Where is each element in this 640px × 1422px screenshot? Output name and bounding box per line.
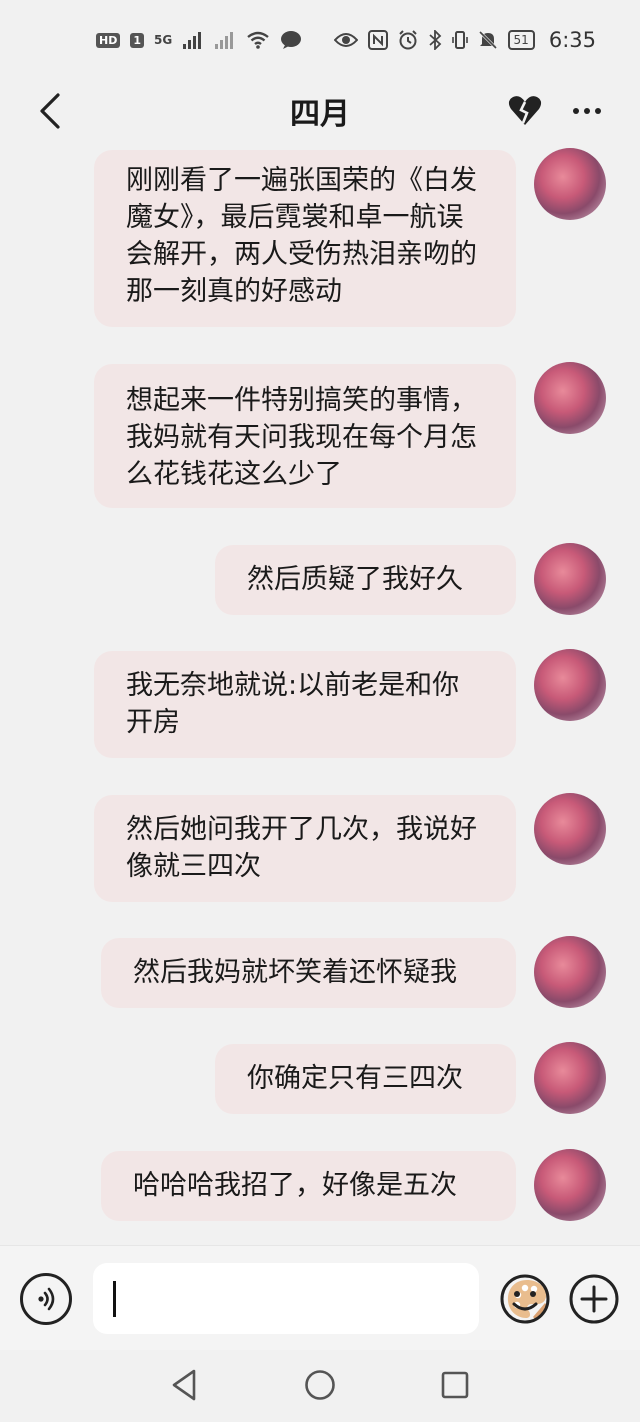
voice-icon [38, 1287, 55, 1311]
avatar[interactable] [534, 1042, 606, 1114]
message-text: 我无奈地就说:以前老是和你开房 [126, 670, 460, 738]
message-bubble[interactable]: 你确定只有三四次 [215, 1044, 516, 1114]
message-text: 想起来一件特别搞笑的事情，我妈就有天问我现在每个月怎么花钱花这么少了 [126, 385, 477, 490]
emoji-icon[interactable] [499, 1273, 551, 1325]
message-text: 然后质疑了我好久 [247, 564, 463, 595]
message-bubble[interactable]: 然后质疑了我好久 [215, 545, 516, 615]
avatar[interactable] [534, 649, 606, 721]
message-text: 刚刚看了一遍张国荣的《白发魔女》，最后霓裳和卓一航误会解开，两人受伤热泪亲吻的那… [126, 165, 477, 307]
message-text: 然后她问我开了几次，我说好像就三四次 [126, 814, 477, 882]
nav-recents-icon[interactable] [440, 1368, 470, 1402]
message-input[interactable] [93, 1263, 548, 1334]
avatar[interactable] [534, 543, 606, 615]
input-bar [0, 1245, 640, 1350]
message-bubble[interactable]: 然后我妈就坏笑着还怀疑我 [101, 938, 516, 1008]
avatar[interactable] [534, 362, 606, 434]
message-bubble[interactable]: 想起来一件特别搞笑的事情，我妈就有天问我现在每个月怎么花钱花这么少了 [94, 364, 516, 508]
message-bubble[interactable]: 刚刚看了一遍张国荣的《白发魔女》，最后霓裳和卓一航误会解开，两人受伤热泪亲吻的那… [94, 150, 516, 327]
message-list[interactable]: 刚刚看了一遍张国荣的《白发魔女》，最后霓裳和卓一航误会解开，两人受伤热泪亲吻的那… [0, 0, 640, 1245]
message-bubble[interactable]: 哈哈哈我招了，好像是五次 [101, 1151, 516, 1221]
message-text: 然后我妈就坏笑着还怀疑我 [133, 957, 457, 988]
plus-icon[interactable] [568, 1273, 620, 1325]
avatar[interactable] [534, 1149, 606, 1221]
system-nav-bar [0, 1350, 640, 1422]
avatar[interactable] [534, 936, 606, 1008]
message-text: 你确定只有三四次 [247, 1063, 463, 1094]
text-cursor [113, 1281, 116, 1317]
voice-button[interactable] [20, 1273, 72, 1325]
message-bubble[interactable]: 然后她问我开了几次，我说好像就三四次 [94, 795, 516, 902]
message-text: 哈哈哈我招了，好像是五次 [133, 1170, 457, 1201]
message-bubble[interactable]: 我无奈地就说:以前老是和你开房 [94, 651, 516, 758]
nav-back-icon[interactable] [170, 1368, 198, 1402]
nav-home-icon[interactable] [304, 1368, 336, 1402]
avatar[interactable] [534, 793, 606, 865]
avatar[interactable] [534, 148, 606, 220]
